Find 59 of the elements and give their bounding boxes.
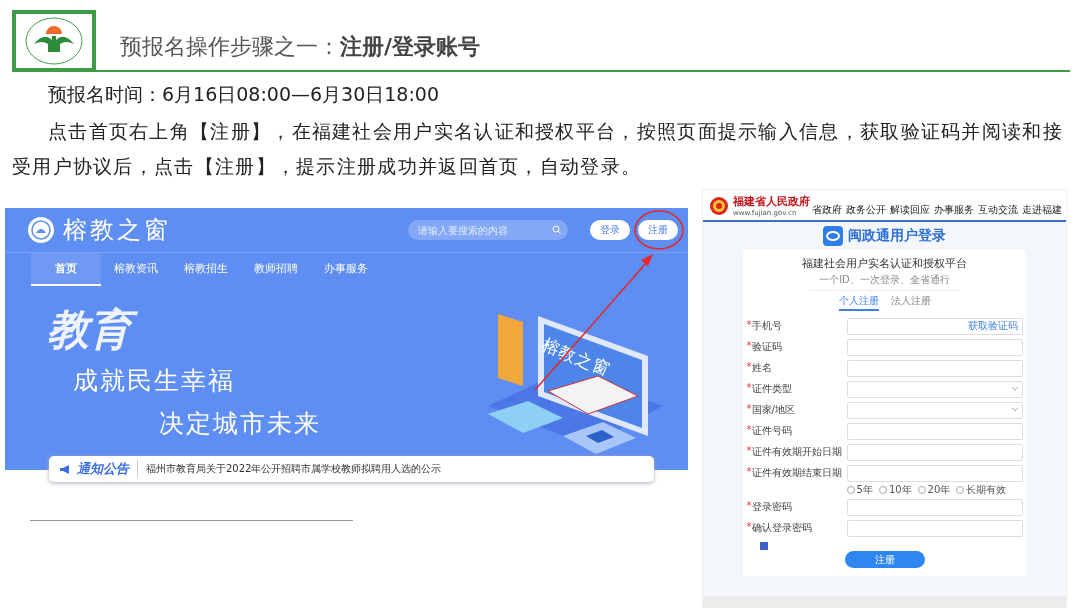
nav-link[interactable]: 省政府 [812, 203, 842, 217]
select-field[interactable] [846, 380, 1023, 398]
chevron-down-icon [1011, 408, 1018, 412]
field-label: *姓名 [746, 361, 773, 375]
field-label: *证件有效期开始日期 [746, 445, 843, 459]
notice-label: 通知公告 [59, 460, 138, 478]
validity-radio[interactable]: 10年 [878, 482, 912, 497]
search-field[interactable]: 请输入要搜索的内容 [408, 220, 568, 240]
notice-text: 福州市教育局关于2022年公开招聘市属学校教师拟聘用人选的公示 [146, 462, 442, 476]
input-field[interactable] [846, 464, 1023, 482]
hero-headline: 教育 [47, 302, 321, 358]
validity-radio[interactable]: 长期有效 [956, 482, 1007, 497]
search-icon [552, 225, 561, 234]
screen-text: 榕教之窗 [538, 333, 614, 382]
app-logo-icon [823, 226, 843, 246]
input-field[interactable] [846, 422, 1023, 440]
field-label: *证件类型 [746, 382, 793, 396]
input-field[interactable] [846, 443, 1023, 461]
agreement-checkbox[interactable] [759, 542, 768, 550]
register-button[interactable]: 注册 [844, 551, 925, 568]
nav-link[interactable]: 解读回应 [890, 203, 930, 217]
nav-link[interactable]: 互动交流 [978, 203, 1018, 217]
site-name: 福建省人民政府 [733, 194, 810, 209]
nav-link[interactable]: 走进福建 [1022, 203, 1062, 217]
field-label: *登录密码 [746, 500, 793, 514]
field-label: *证件号码 [746, 424, 793, 438]
input-field[interactable]: 获取验证码 [846, 317, 1023, 335]
registration-tab[interactable]: 法人注册 [890, 293, 931, 311]
nav-link[interactable]: 政务公开 [846, 203, 886, 217]
platform-title: 福建社会用户实名认证和授权平台 [802, 256, 967, 271]
select-field[interactable] [846, 401, 1023, 419]
input-field[interactable] [846, 498, 1023, 516]
emblem-icon [709, 195, 729, 216]
hero-slogan: 成就民生幸福 [73, 365, 236, 397]
registration-tab[interactable]: 个人注册 [838, 293, 879, 311]
nav-link[interactable]: 办事服务 [934, 203, 974, 217]
platform-subtitle: 一个ID、一次登录、全省通行 [809, 273, 960, 291]
header-button[interactable]: 注册 [638, 220, 678, 240]
validity-radio[interactable]: 5年 [846, 482, 873, 497]
notice-bar[interactable]: 通知公告 福州市教育局关于2022年公开招聘市属学校教师拟聘用人选的公示 [49, 456, 654, 482]
registration-time: 预报名时间：6月16日08:00—6月30日18:00 [48, 82, 441, 107]
field-label: *确认登录密码 [746, 521, 813, 535]
hero-slogan: 决定城市未来 [159, 408, 321, 440]
slide-title: 预报名操作步骤之一：注册/登录账号 [120, 33, 482, 61]
validity-radio[interactable]: 20年 [917, 482, 951, 497]
input-field[interactable] [846, 338, 1023, 356]
annotation-circle [634, 210, 684, 250]
field-label: *验证码 [746, 340, 783, 354]
field-label: *国家/地区 [746, 403, 796, 417]
site-logo-icon [27, 216, 55, 244]
header-button[interactable]: 登录 [590, 220, 630, 240]
field-label: *手机号 [746, 319, 783, 333]
site-name: 榕教之窗 [63, 215, 171, 246]
input-field[interactable] [846, 359, 1023, 377]
field-label: *证件有效期结束日期 [746, 466, 843, 480]
chevron-down-icon [1011, 387, 1018, 391]
login-title: 闽政通用户登录 [848, 227, 946, 245]
instruction-text: 点击首页右上角【注册】，在福建社会用户实名认证和授权平台，按照页面提示输入信息，获取验证码并阅读和接受用户协议后，点击【注册】，提示注册成功并返回首页，自动登录。 [12, 119, 1064, 179]
input-field[interactable] [846, 519, 1023, 537]
